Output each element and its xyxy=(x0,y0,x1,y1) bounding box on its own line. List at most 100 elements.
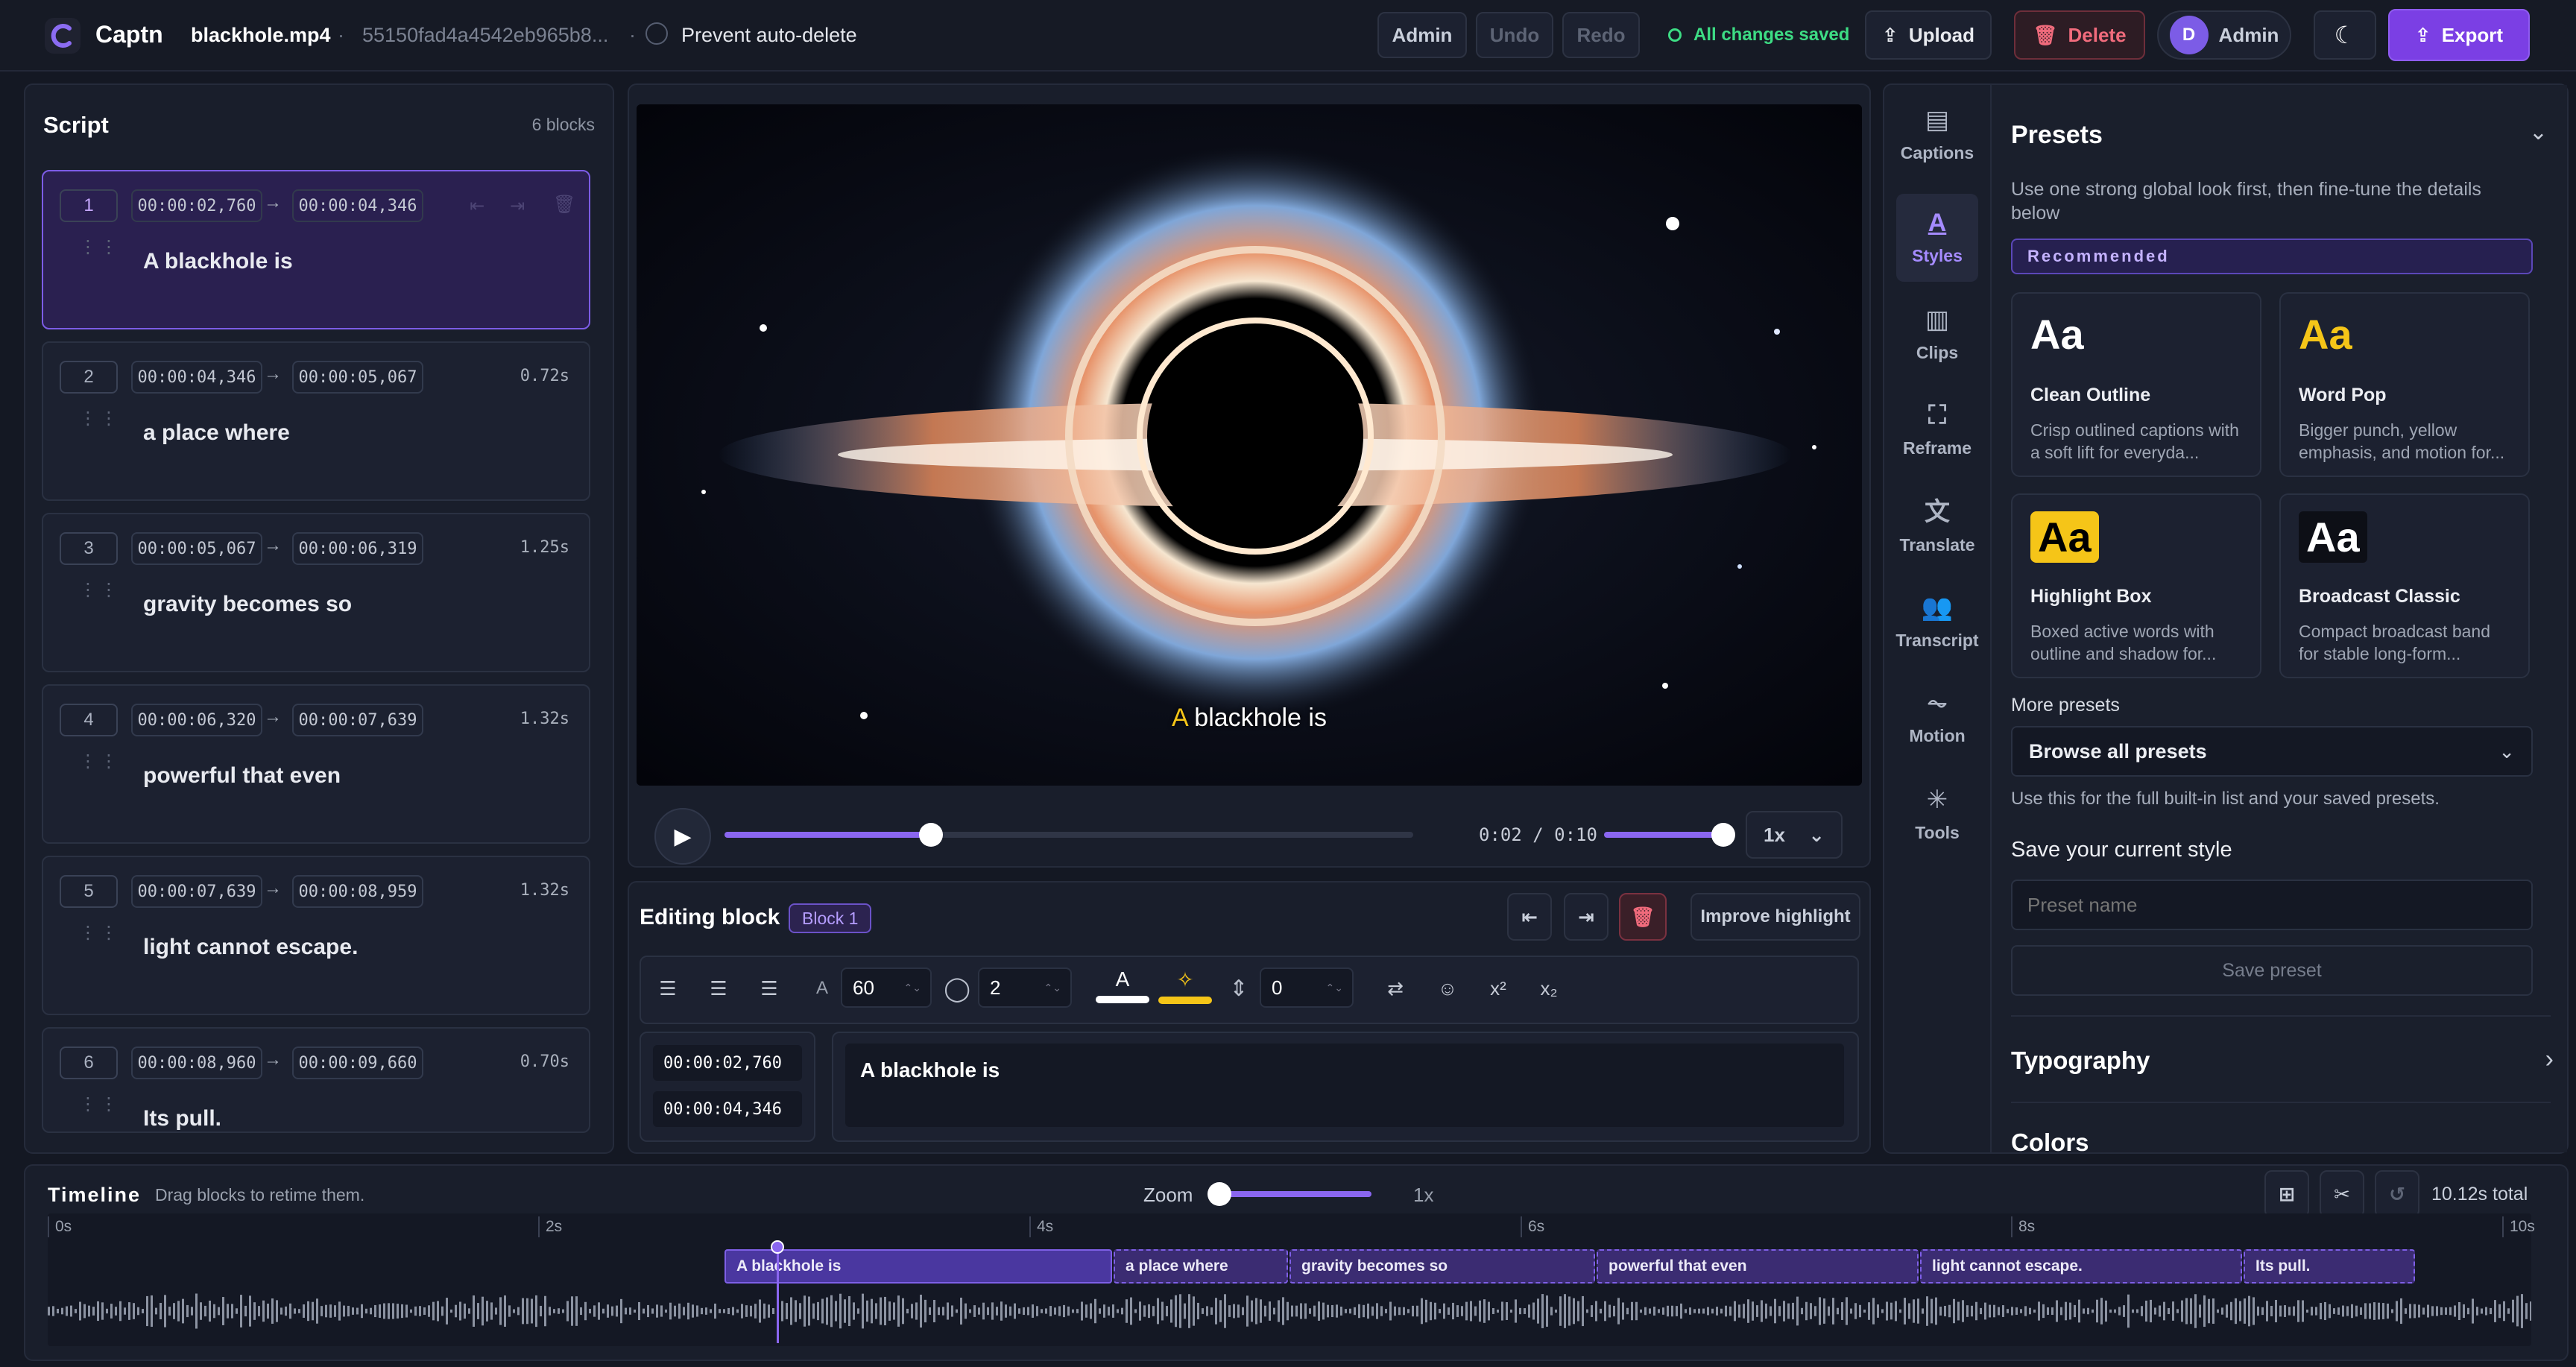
reset-button[interactable]: ↺ xyxy=(2375,1170,2419,1218)
align-right-button[interactable]: ☰ xyxy=(748,966,790,1011)
zoom-slider[interactable] xyxy=(1208,1182,1371,1206)
speed-select[interactable]: 1x ⌄ xyxy=(1746,811,1843,859)
outline-stepper[interactable]: 2 ⌃⌄ xyxy=(978,967,1072,1008)
block-text-editor[interactable]: A blackhole is xyxy=(845,1044,1844,1127)
end-time-field[interactable]: 00:00:06,319 xyxy=(292,532,423,565)
volume-track[interactable] xyxy=(1604,823,1735,847)
delete-block-button[interactable]: 🗑 xyxy=(1619,893,1667,941)
admin-button[interactable]: Admin xyxy=(1377,12,1467,58)
snap-end-button[interactable]: ⇥ xyxy=(1564,893,1609,941)
start-time-field[interactable]: 00:00:02,760 xyxy=(131,189,262,222)
script-block-3[interactable]: 3 00:00:05,067 → 00:00:06,319 1.25s ⋮⋮ g… xyxy=(42,513,590,672)
end-time-field[interactable]: 00:00:05,067 xyxy=(292,361,423,394)
prevent-auto-delete-checkbox[interactable] xyxy=(645,22,668,45)
dark-mode-toggle[interactable]: ☾ xyxy=(2314,10,2376,60)
save-preset-button[interactable]: Save preset xyxy=(2011,945,2533,996)
sidebar-item-styles[interactable]: A Styles xyxy=(1896,194,1978,282)
start-time-field[interactable]: 00:00:06,320 xyxy=(131,704,262,736)
playhead[interactable] xyxy=(771,1240,784,1343)
wrap-button[interactable]: ⇄ xyxy=(1374,966,1416,1011)
sidebar-item-translate[interactable]: 文 Translate xyxy=(1896,483,1978,571)
add-block-button[interactable]: ⊞ xyxy=(2264,1170,2309,1218)
typography-section-title[interactable]: Typography xyxy=(2011,1046,2150,1075)
redo-button[interactable]: Redo xyxy=(1562,12,1640,58)
block-text[interactable]: powerful that even xyxy=(143,763,341,789)
start-time-field[interactable]: 00:00:05,067 xyxy=(131,532,262,565)
timeline-block-1[interactable]: A blackhole is xyxy=(724,1249,1112,1284)
stepper-arrows-icon[interactable]: ⌃⌄ xyxy=(904,982,921,994)
script-block-4[interactable]: 4 00:00:06,320 → 00:00:07,639 1.32s ⋮⋮ p… xyxy=(42,684,590,844)
block-text[interactable]: a place where xyxy=(143,420,290,446)
start-time-field[interactable]: 00:00:04,346 xyxy=(131,361,262,394)
seek-handle[interactable] xyxy=(919,823,944,847)
start-time-field[interactable]: 00:00:07,639 xyxy=(131,875,262,908)
drag-handle-icon[interactable]: ⋮⋮ xyxy=(79,1096,118,1126)
script-block-6[interactable]: 6 00:00:08,960 → 00:00:09,660 0.70s ⋮⋮ I… xyxy=(42,1027,590,1133)
script-block-1[interactable]: 1 00:00:02,760 → 00:00:04,346 ⇤ ⇥ 🗑 ⋮⋮ A… xyxy=(42,170,590,329)
text-color-picker[interactable]: A xyxy=(1096,967,1149,1012)
offset-stepper[interactable]: 0 ⌃⌄ xyxy=(1260,967,1354,1008)
drag-handle-icon[interactable]: ⋮⋮ xyxy=(79,239,118,268)
seek-track[interactable] xyxy=(724,823,1413,847)
captn-logo[interactable] xyxy=(45,18,80,54)
sidebar-item-tools[interactable]: ✳ Tools xyxy=(1896,771,1978,859)
export-button[interactable]: ⇪ Export xyxy=(2388,9,2530,61)
preset-highlight-box[interactable]: Aa Highlight Box Boxed active words with… xyxy=(2011,493,2261,678)
timeline-block-2[interactable]: a place where xyxy=(1114,1249,1288,1284)
timeline-block-6[interactable]: Its pull. xyxy=(2244,1249,2415,1284)
preset-name-input[interactable] xyxy=(2011,880,2533,930)
preset-clean-outline[interactable]: Aa Clean Outline Crisp outlined captions… xyxy=(2011,292,2261,477)
sidebar-item-transcript[interactable]: 👥 Transcript xyxy=(1895,578,1978,666)
preset-broadcast-classic[interactable]: Aa Broadcast Classic Compact broadcast b… xyxy=(2279,493,2530,678)
sidebar-item-motion[interactable]: ⏦ Motion xyxy=(1896,674,1978,762)
end-time-field[interactable]: 00:00:04,346 xyxy=(292,189,423,222)
block-text[interactable]: gravity becomes so xyxy=(143,592,352,617)
volume-handle[interactable] xyxy=(1711,823,1735,847)
font-size-stepper[interactable]: 60 ⌃⌄ xyxy=(841,967,932,1008)
zoom-handle[interactable] xyxy=(1208,1182,1231,1206)
trash-icon[interactable]: 🗑 xyxy=(553,194,575,215)
upload-button[interactable]: ⇪ Upload xyxy=(1865,10,1992,60)
highlight-color-picker[interactable]: ✧ xyxy=(1158,967,1212,1012)
video-preview[interactable]: A blackhole is xyxy=(637,104,1862,786)
stepper-arrows-icon[interactable]: ⌃⌄ xyxy=(1326,982,1343,994)
end-time-field[interactable]: 00:00:08,959 xyxy=(292,875,423,908)
jump-start-icon[interactable]: ⇤ xyxy=(470,195,484,217)
sidebar-item-clips[interactable]: ▥ Clips xyxy=(1896,291,1978,379)
chevron-right-icon[interactable]: › xyxy=(2545,1045,2554,1074)
playhead-handle[interactable] xyxy=(771,1240,784,1254)
stepper-arrows-icon[interactable]: ⌃⌄ xyxy=(1044,982,1061,994)
play-button[interactable]: ▶ xyxy=(654,808,711,865)
end-time-field[interactable]: 00:00:07,639 xyxy=(292,704,423,736)
end-time-field[interactable]: 00:00:09,660 xyxy=(292,1046,423,1079)
block-text[interactable]: light cannot escape. xyxy=(143,935,358,960)
jump-end-icon[interactable]: ⇥ xyxy=(510,195,525,217)
block-text[interactable]: Its pull. xyxy=(143,1106,221,1131)
start-time-field[interactable]: 00:00:08,960 xyxy=(131,1046,262,1079)
drag-handle-icon[interactable]: ⋮⋮ xyxy=(79,581,118,611)
timeline-block-3[interactable]: gravity becomes so xyxy=(1289,1249,1595,1284)
sidebar-item-reframe[interactable]: ⛶ Reframe xyxy=(1896,386,1978,474)
sidebar-item-captions[interactable]: ▤ Captions xyxy=(1896,91,1978,179)
script-block-2[interactable]: 2 00:00:04,346 → 00:00:05,067 0.72s ⋮⋮ a… xyxy=(42,341,590,501)
align-center-button[interactable]: ☰ xyxy=(698,966,739,1011)
drag-handle-icon[interactable]: ⋮⋮ xyxy=(79,924,118,954)
timeline-block-5[interactable]: light cannot escape. xyxy=(1920,1249,2242,1284)
script-block-5[interactable]: 5 00:00:07,639 → 00:00:08,959 1.32s ⋮⋮ l… xyxy=(42,856,590,1015)
browse-presets-select[interactable]: Browse all presets ⌄ xyxy=(2011,726,2533,777)
collapse-chevron-icon[interactable]: ⌄ xyxy=(2529,119,2548,145)
drag-handle-icon[interactable]: ⋮⋮ xyxy=(79,410,118,440)
align-left-button[interactable]: ☰ xyxy=(647,966,689,1011)
edit-start-time[interactable]: 00:00:02,760 xyxy=(653,1045,802,1081)
colors-section-title[interactable]: Colors xyxy=(2011,1128,2089,1152)
drag-handle-icon[interactable]: ⋮⋮ xyxy=(79,753,118,783)
user-menu-button[interactable]: D Admin xyxy=(2157,10,2291,60)
delete-button[interactable]: 🗑 Delete xyxy=(2014,10,2145,60)
timeline-block-4[interactable]: powerful that even xyxy=(1597,1249,1919,1284)
undo-button[interactable]: Undo xyxy=(1476,12,1553,58)
improve-highlight-button[interactable]: Improve highlight xyxy=(1690,893,1860,941)
subscript-button[interactable]: x₂ xyxy=(1528,966,1570,1011)
preset-word-pop[interactable]: Aa Word Pop Bigger punch, yellow emphasi… xyxy=(2279,292,2530,477)
emoji-button[interactable]: ☺ xyxy=(1427,966,1468,1011)
block-text[interactable]: A blackhole is xyxy=(143,249,293,274)
